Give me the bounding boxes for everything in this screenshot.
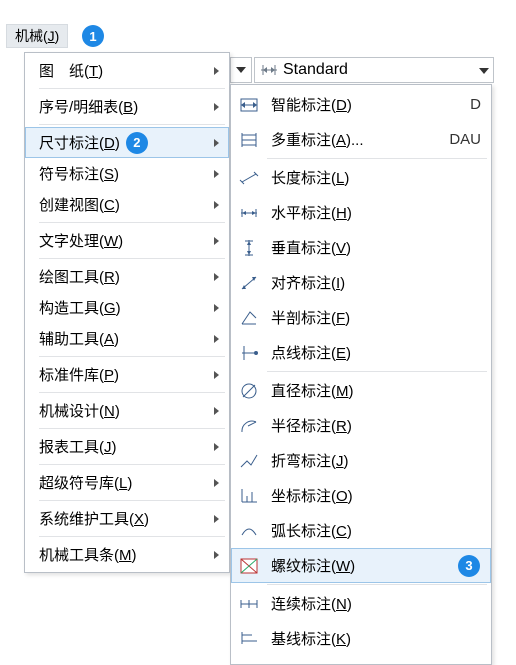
submenu-arrow-icon <box>214 67 219 75</box>
arclength-dim-icon <box>237 519 261 543</box>
menu-item-sysmaint[interactable]: 系统维护工具(X) <box>25 503 229 534</box>
horizontal-dim-icon <box>237 201 261 225</box>
menu-item-aux-tools[interactable]: 辅助工具(A) <box>25 323 229 354</box>
submenu-thread-dim[interactable]: 螺纹标注(W) 3 <box>231 548 491 583</box>
menu-item-toolbar[interactable]: 机械工具条(M) <box>25 539 229 570</box>
multi-dim-icon <box>237 128 261 152</box>
shortcut-label: DAU <box>449 131 481 148</box>
menu-item-mech-design[interactable]: 机械设计(N) <box>25 395 229 426</box>
menu-item-create-view[interactable]: 创建视图(C) <box>25 189 229 220</box>
menu-item-construct-tools[interactable]: 构造工具(G) <box>25 292 229 323</box>
submenu-smart-dim[interactable]: 智能标注(D) D <box>231 87 491 122</box>
menu-separator <box>39 464 225 465</box>
main-dropdown-menu: 图 纸(T) 序号/明细表(B) 尺寸标注(D) 2 符号标注(S) 创建视图(… <box>24 52 230 573</box>
diameter-dim-icon <box>237 379 261 403</box>
menu-separator <box>39 222 225 223</box>
submenu-diameter-dim[interactable]: 直径标注(M) <box>231 373 491 408</box>
radius-dim-icon <box>237 414 261 438</box>
submenu-arrow-icon <box>214 551 219 559</box>
dimension-style-icon <box>259 61 279 79</box>
smart-dim-icon <box>237 93 261 117</box>
submenu-ordinate-dim[interactable]: 坐标标注(O) <box>231 478 491 513</box>
submenu-arclength-dim[interactable]: 弧长标注(C) <box>231 513 491 548</box>
submenu-multi-dim[interactable]: 多重标注(A)... DAU <box>231 122 491 157</box>
menu-separator <box>39 500 225 501</box>
menu-separator <box>39 392 225 393</box>
submenu-arrow-icon <box>214 335 219 343</box>
aligned-dim-icon <box>237 271 261 295</box>
jogged-dim-icon <box>237 449 261 473</box>
submenu-continue-dim[interactable]: 连续标注(N) <box>231 586 491 621</box>
chevron-down-icon[interactable] <box>479 61 489 79</box>
menu-item-symbol[interactable]: 符号标注(S) <box>25 158 229 189</box>
menu-separator <box>39 356 225 357</box>
menu-item-dimension[interactable]: 尺寸标注(D) 2 <box>25 127 229 158</box>
pointline-dim-icon <box>237 341 261 365</box>
length-dim-icon <box>237 166 261 190</box>
submenu-length-dim[interactable]: 长度标注(L) <box>231 160 491 195</box>
submenu-pointline-dim[interactable]: 点线标注(E) <box>231 335 491 370</box>
menu-separator <box>39 536 225 537</box>
menu-separator <box>39 428 225 429</box>
continue-dim-icon <box>237 592 261 616</box>
submenu-horizontal-dim[interactable]: 水平标注(H) <box>231 195 491 230</box>
combo-dropdown-icon[interactable] <box>230 57 252 83</box>
menu-item-drawing[interactable]: 图 纸(T) <box>25 55 229 86</box>
menu-item-draw-tools[interactable]: 绘图工具(R) <box>25 261 229 292</box>
submenu-arrow-icon <box>214 304 219 312</box>
dimension-style-combo[interactable]: Standard <box>230 56 494 84</box>
submenu-vertical-dim[interactable]: 垂直标注(V) <box>231 230 491 265</box>
submenu-jogged-dim[interactable]: 折弯标注(J) <box>231 443 491 478</box>
halfsection-dim-icon <box>237 306 261 330</box>
submenu-halfsection-dim[interactable]: 半剖标注(F) <box>231 300 491 335</box>
submenu-arrow-icon <box>214 103 219 111</box>
menu-item-std-parts[interactable]: 标准件库(P) <box>25 359 229 390</box>
menu-item-report-tools[interactable]: 报表工具(J) <box>25 431 229 462</box>
menu-separator <box>39 258 225 259</box>
menu-separator <box>267 371 487 372</box>
menu-item-text[interactable]: 文字处理(W) <box>25 225 229 256</box>
submenu-aligned-dim[interactable]: 对齐标注(I) <box>231 265 491 300</box>
menu-separator <box>39 124 225 125</box>
shortcut-label: D <box>470 96 481 113</box>
vertical-dim-icon <box>237 236 261 260</box>
menu-separator <box>39 88 225 89</box>
submenu-arrow-icon <box>214 407 219 415</box>
thread-dim-icon <box>237 554 261 578</box>
ordinate-dim-icon <box>237 484 261 508</box>
dimension-submenu: 智能标注(D) D 多重标注(A)... DAU 长度标注(L) 水平标注(H)… <box>230 84 492 665</box>
menu-separator <box>267 584 487 585</box>
submenu-radius-dim[interactable]: 半径标注(R) <box>231 408 491 443</box>
submenu-arrow-icon <box>214 443 219 451</box>
callout-badge-2: 2 <box>126 132 148 154</box>
submenu-arrow-icon <box>214 237 219 245</box>
submenu-arrow-icon <box>214 201 219 209</box>
callout-badge-1: 1 <box>82 25 104 47</box>
menu-button-label: 机械(J) <box>15 26 59 46</box>
submenu-arrow-icon <box>214 479 219 487</box>
submenu-arrow-icon <box>214 170 219 178</box>
submenu-arrow-icon <box>214 371 219 379</box>
submenu-arrow-icon <box>214 515 219 523</box>
mechanical-menu-button[interactable]: 机械(J) <box>6 24 68 48</box>
combo-label: Standard <box>283 61 348 79</box>
callout-badge-3: 3 <box>458 555 480 577</box>
menu-separator <box>267 158 487 159</box>
menu-item-bom[interactable]: 序号/明细表(B) <box>25 91 229 122</box>
menu-item-symbol-lib[interactable]: 超级符号库(L) <box>25 467 229 498</box>
submenu-arrow-icon <box>214 273 219 281</box>
submenu-arrow-icon <box>214 139 219 147</box>
